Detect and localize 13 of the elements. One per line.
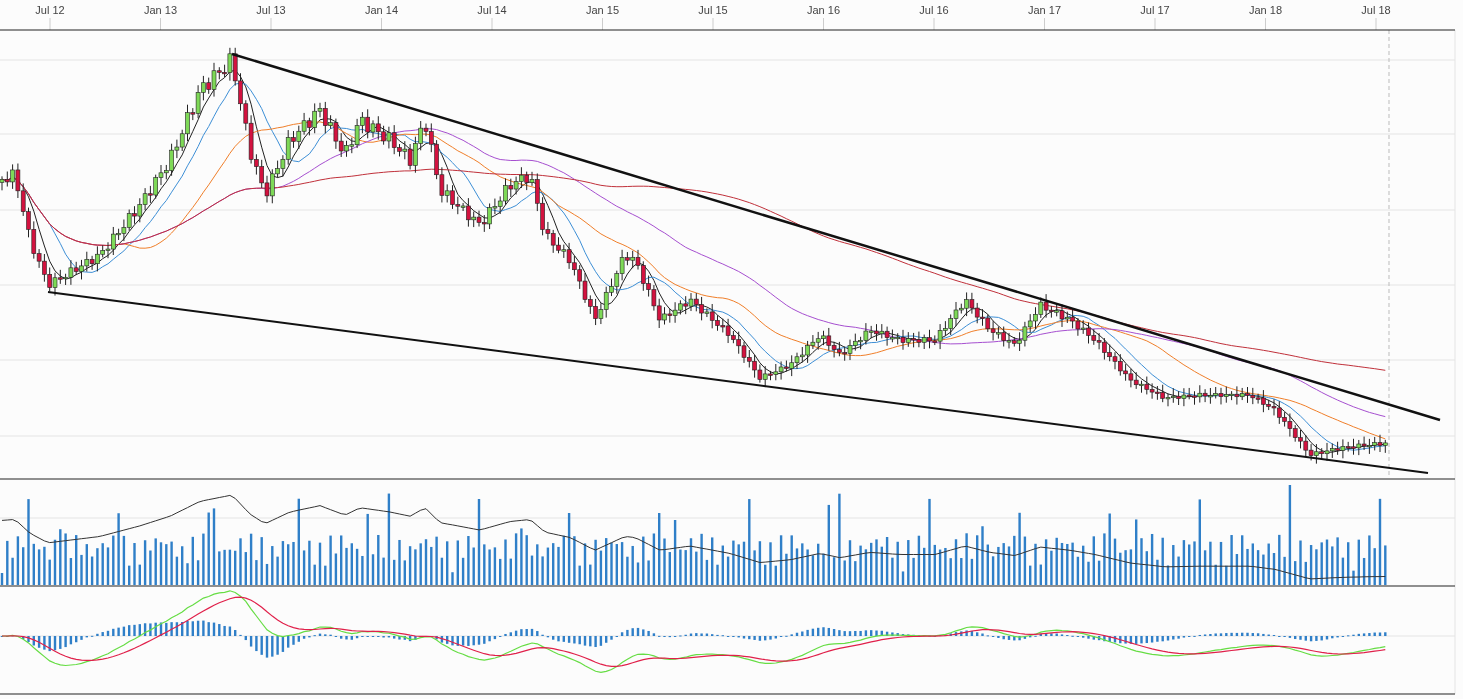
axis-label: Jan 18 (1249, 4, 1282, 16)
axis-label: Jul 12 (35, 4, 65, 16)
axis-label: Jul 17 (1140, 4, 1170, 16)
axis-label: Jul 16 (919, 4, 949, 16)
axis-label: Jul 13 (256, 4, 286, 16)
axis-label: Jan 13 (144, 4, 177, 16)
axis-label: Jul 14 (477, 4, 507, 16)
axis-label: Jan 16 (807, 4, 840, 16)
axis-label: Jul 15 (698, 4, 728, 16)
axis-label: Jan 14 (365, 4, 398, 16)
axis-label: Jan 17 (1028, 4, 1061, 16)
axis-label: Jan 15 (586, 4, 619, 16)
axis-label: Jul 18 (1361, 4, 1391, 16)
